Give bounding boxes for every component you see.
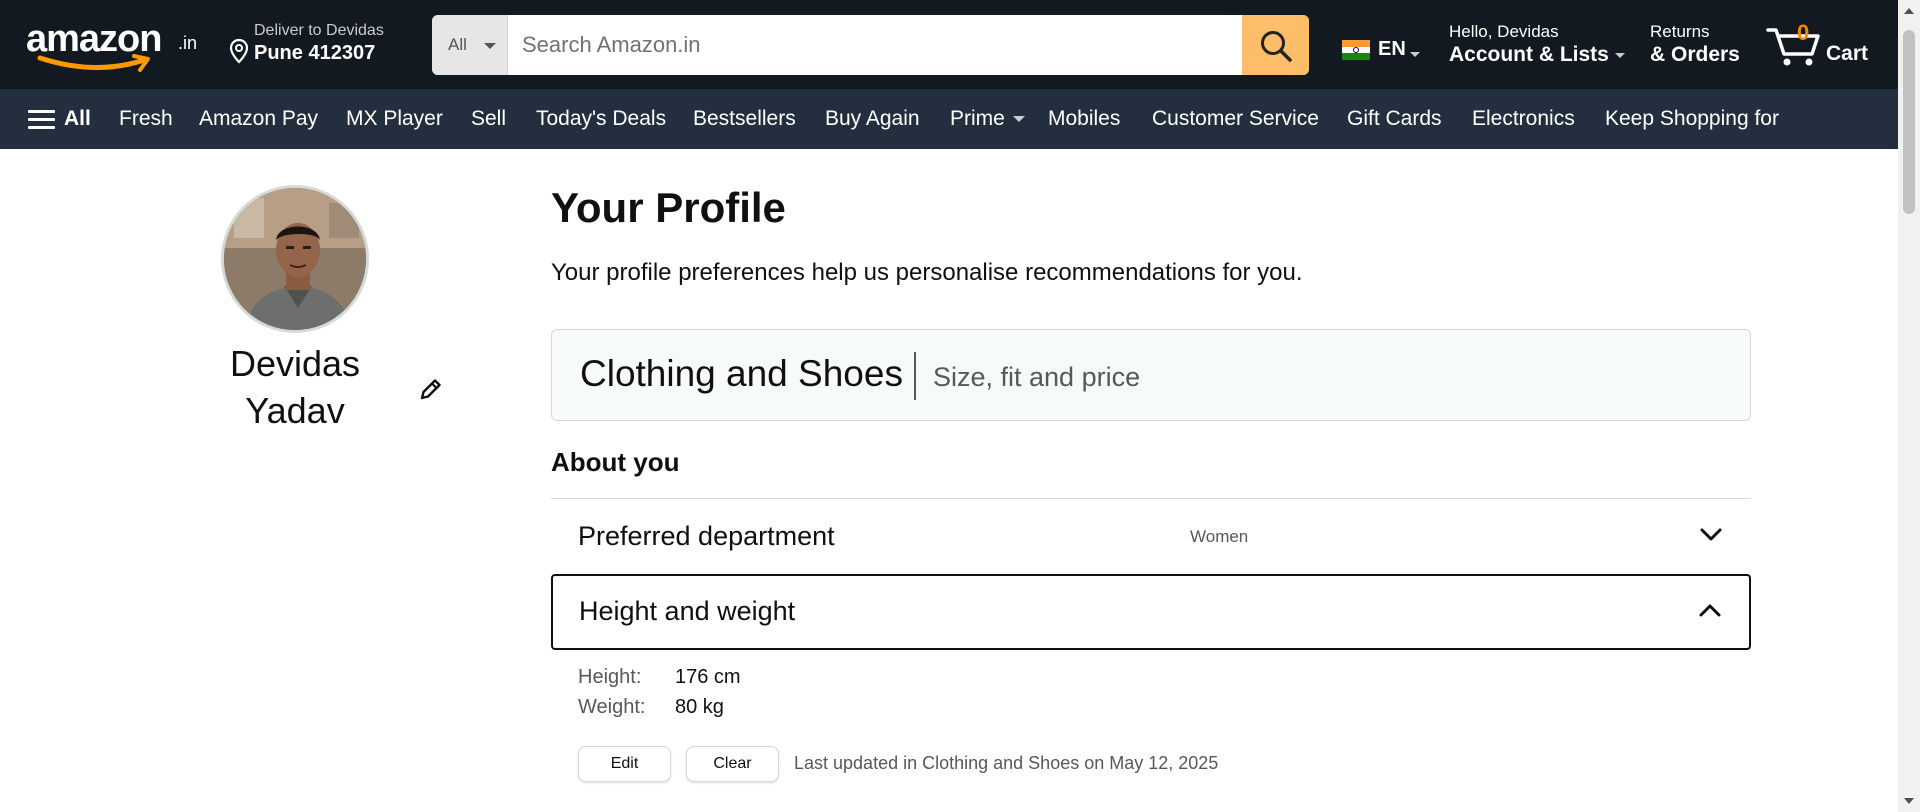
nav-item-prime[interactable]: Prime	[950, 107, 1025, 131]
nav-item-todays-deals[interactable]: Today's Deals	[536, 107, 666, 131]
preferred-department-row[interactable]: Preferred department Women	[551, 498, 1751, 572]
scroll-up-arrow-icon[interactable]	[1904, 8, 1914, 14]
account-and-lists[interactable]: Hello, Devidas Account & Lists	[1449, 22, 1625, 67]
category-divider	[914, 352, 916, 400]
account-lists-text: Account & Lists	[1449, 43, 1609, 66]
caret-down-icon	[1410, 52, 1420, 57]
nav-item-gift-cards[interactable]: Gift Cards	[1347, 107, 1442, 131]
profile-first-name: Devidas	[229, 343, 361, 384]
weight-value: 80 kg	[675, 696, 724, 718]
nav-item-prime-label: Prime	[950, 107, 1005, 130]
clear-button[interactable]: Clear	[686, 746, 779, 782]
search-category-dropdown[interactable]: All	[432, 15, 508, 75]
page-description: Your profile preferences help us persona…	[551, 259, 1303, 286]
deliver-location: Pune 412307	[254, 42, 376, 64]
all-menu-label: All	[64, 107, 91, 130]
edit-name-pencil-icon[interactable]	[418, 376, 444, 402]
search-icon	[1261, 31, 1292, 62]
nav-item-mobiles[interactable]: Mobiles	[1048, 107, 1120, 131]
page: amazon .in Deliver to Devidas Pune 41230…	[0, 0, 1898, 812]
search-input[interactable]	[508, 15, 1234, 75]
last-updated-text: Last updated in Clothing and Shoes on Ma…	[794, 753, 1219, 773]
edit-button[interactable]: Edit	[578, 746, 671, 782]
returns-label: Returns	[1650, 22, 1710, 41]
height-value: 176 cm	[675, 666, 741, 688]
height-and-weight-label: Height and weight	[579, 596, 796, 626]
search-bar: All	[432, 15, 1309, 75]
nav-item-fresh[interactable]: Fresh	[119, 107, 173, 131]
height-and-weight-row[interactable]: Height and weight	[551, 574, 1751, 650]
search-button[interactable]	[1242, 15, 1309, 75]
cart-label: Cart	[1826, 42, 1869, 65]
profile-name: Devidas Yadav	[190, 340, 400, 434]
profile-last-name: Yadav	[245, 390, 345, 431]
chevron-down-icon	[1700, 528, 1722, 541]
smile-arrow-icon	[37, 54, 150, 72]
cart-icon	[1766, 28, 1820, 66]
category-title: Clothing and Shoes	[580, 353, 903, 394]
section-title: About you	[551, 447, 680, 477]
cart-button[interactable]: 0 Cart	[1766, 20, 1876, 70]
nav-item-mx-player[interactable]: MX Player	[346, 107, 443, 131]
caret-down-icon	[484, 43, 496, 49]
avatar	[221, 185, 369, 333]
page-title: Your Profile	[551, 184, 786, 231]
nav-item-electronics[interactable]: Electronics	[1472, 107, 1575, 131]
nav-item-customer-service[interactable]: Customer Service	[1152, 107, 1319, 131]
caret-down-icon	[1012, 116, 1025, 123]
location-pin-icon	[229, 38, 249, 64]
nav-item-buy-again[interactable]: Buy Again	[825, 107, 920, 131]
cart-count: 0	[1797, 20, 1810, 45]
weight-key: Weight:	[578, 696, 646, 718]
language-code: EN	[1378, 38, 1406, 60]
category-subtitle: Size, fit and price	[933, 362, 1141, 392]
top-navigation-bar: amazon .in Deliver to Devidas Pune 41230…	[0, 0, 1898, 89]
height-key: Height:	[578, 666, 642, 688]
nav-item-keep-shopping[interactable]: Keep Shopping for	[1605, 107, 1779, 131]
orders-label: & Orders	[1650, 43, 1740, 66]
account-greeting: Hello, Devidas	[1449, 22, 1559, 41]
nav-item-sell[interactable]: Sell	[471, 107, 506, 131]
india-flag-icon	[1342, 40, 1370, 60]
preferred-department-value: Women	[1190, 527, 1249, 546]
nav-item-amazon-pay[interactable]: Amazon Pay	[199, 107, 318, 131]
account-lists-label: Account & Lists	[1449, 43, 1625, 67]
profile-photo	[224, 188, 366, 330]
scroll-down-arrow-icon[interactable]	[1904, 798, 1914, 804]
preferred-department-label: Preferred department	[578, 521, 835, 551]
scrollbar-thumb[interactable]	[1903, 30, 1915, 214]
secondary-navigation-bar: All Fresh Amazon Pay MX Player Sell Toda…	[0, 89, 1898, 149]
hamburger-menu-icon	[28, 110, 55, 134]
category-tab[interactable]: Clothing and Shoes Size, fit and price	[551, 329, 1751, 421]
logo-suffix: .in	[178, 33, 198, 53]
search-category-label: All	[448, 35, 467, 54]
vertical-scrollbar[interactable]	[1898, 0, 1920, 812]
returns-and-orders[interactable]: Returns & Orders	[1650, 22, 1740, 67]
amazon-logo[interactable]: amazon .in	[26, 18, 202, 76]
nav-item-bestsellers[interactable]: Bestsellers	[693, 107, 796, 131]
chevron-up-icon	[1699, 604, 1721, 617]
caret-down-icon	[1614, 52, 1625, 58]
deliver-label: Deliver to Devidas	[254, 22, 384, 39]
